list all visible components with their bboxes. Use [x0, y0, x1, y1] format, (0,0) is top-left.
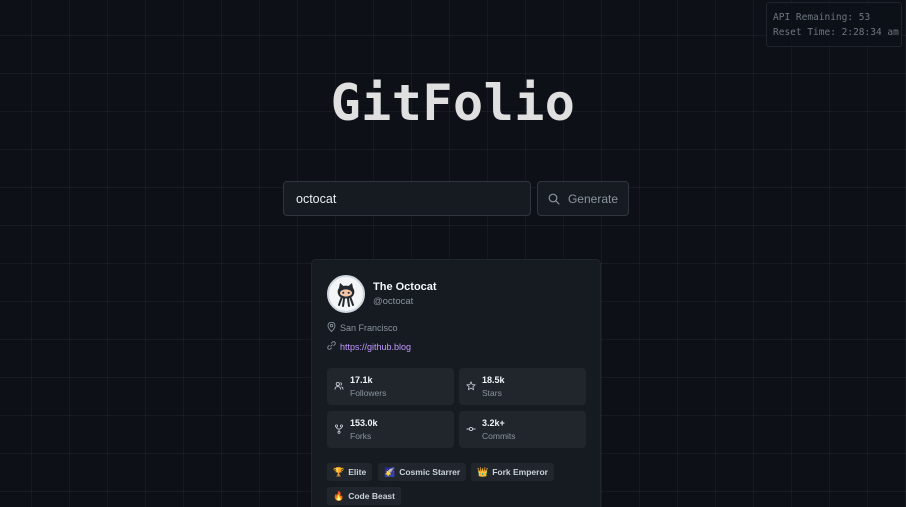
location-text: San Francisco — [340, 323, 398, 333]
stat-label: Followers — [350, 388, 387, 398]
fire-icon: 🔥 — [333, 490, 345, 501]
api-reset-time-text: Reset Time: 2:28:34 am — [773, 27, 899, 38]
generate-button[interactable]: Generate — [537, 181, 629, 216]
octocat-avatar-image — [337, 283, 355, 307]
badge-label: Fork Emperor — [492, 467, 548, 477]
api-rate-limit-panel: API Remaining: 53 Reset Time: 2:28:34 am — [766, 2, 902, 47]
shooting-star-icon: 🌠 — [384, 466, 396, 477]
stat-followers: 17.1k Followers — [327, 368, 454, 405]
users-icon — [334, 381, 344, 390]
stat-value: 153.0k — [350, 418, 378, 428]
avatar — [327, 275, 365, 313]
app-title: GitFolio — [330, 74, 576, 132]
profile-name: The Octocat — [373, 281, 437, 293]
trophy-icon: 🏆 — [333, 466, 345, 477]
badge-cosmic-starrer: 🌠 Cosmic Starrer — [378, 463, 467, 481]
link-icon — [327, 341, 336, 352]
generate-button-label: Generate — [567, 191, 619, 206]
stat-value: 3.2k+ — [482, 418, 505, 428]
stat-label: Forks — [350, 431, 372, 441]
badge-label: Elite — [348, 467, 367, 477]
stat-stars: 18.5k Stars — [459, 368, 586, 405]
badge-label: Code Beast — [348, 491, 395, 501]
blog-row: https://github.blog — [327, 341, 411, 352]
stat-value: 18.5k — [482, 375, 505, 385]
commit-icon — [466, 426, 476, 432]
badge-code-beast: 🔥 Code Beast — [327, 487, 401, 505]
fork-icon — [334, 424, 344, 434]
badge-elite: 🏆 Elite — [327, 463, 373, 481]
stat-label: Commits — [482, 431, 516, 441]
stat-forks: 153.0k Forks — [327, 411, 454, 448]
profile-username: @octocat — [373, 296, 414, 307]
search-icon — [548, 193, 560, 205]
crown-icon: 👑 — [477, 466, 489, 477]
username-input[interactable] — [283, 181, 531, 216]
profile-card: The Octocat @octocat San Francisco https… — [311, 259, 601, 507]
badge-fork-emperor: 👑 Fork Emperor — [471, 463, 554, 481]
location-row: San Francisco — [327, 321, 398, 334]
location-pin-icon — [327, 321, 336, 334]
blog-link[interactable]: https://github.blog — [340, 342, 411, 352]
api-remaining-text: API Remaining: 53 — [773, 12, 871, 23]
stat-value: 17.1k — [350, 375, 373, 385]
stat-commits: 3.2k+ Commits — [459, 411, 586, 448]
star-icon — [466, 381, 476, 391]
badge-label: Cosmic Starrer — [399, 467, 461, 477]
stat-label: Stars — [482, 388, 502, 398]
